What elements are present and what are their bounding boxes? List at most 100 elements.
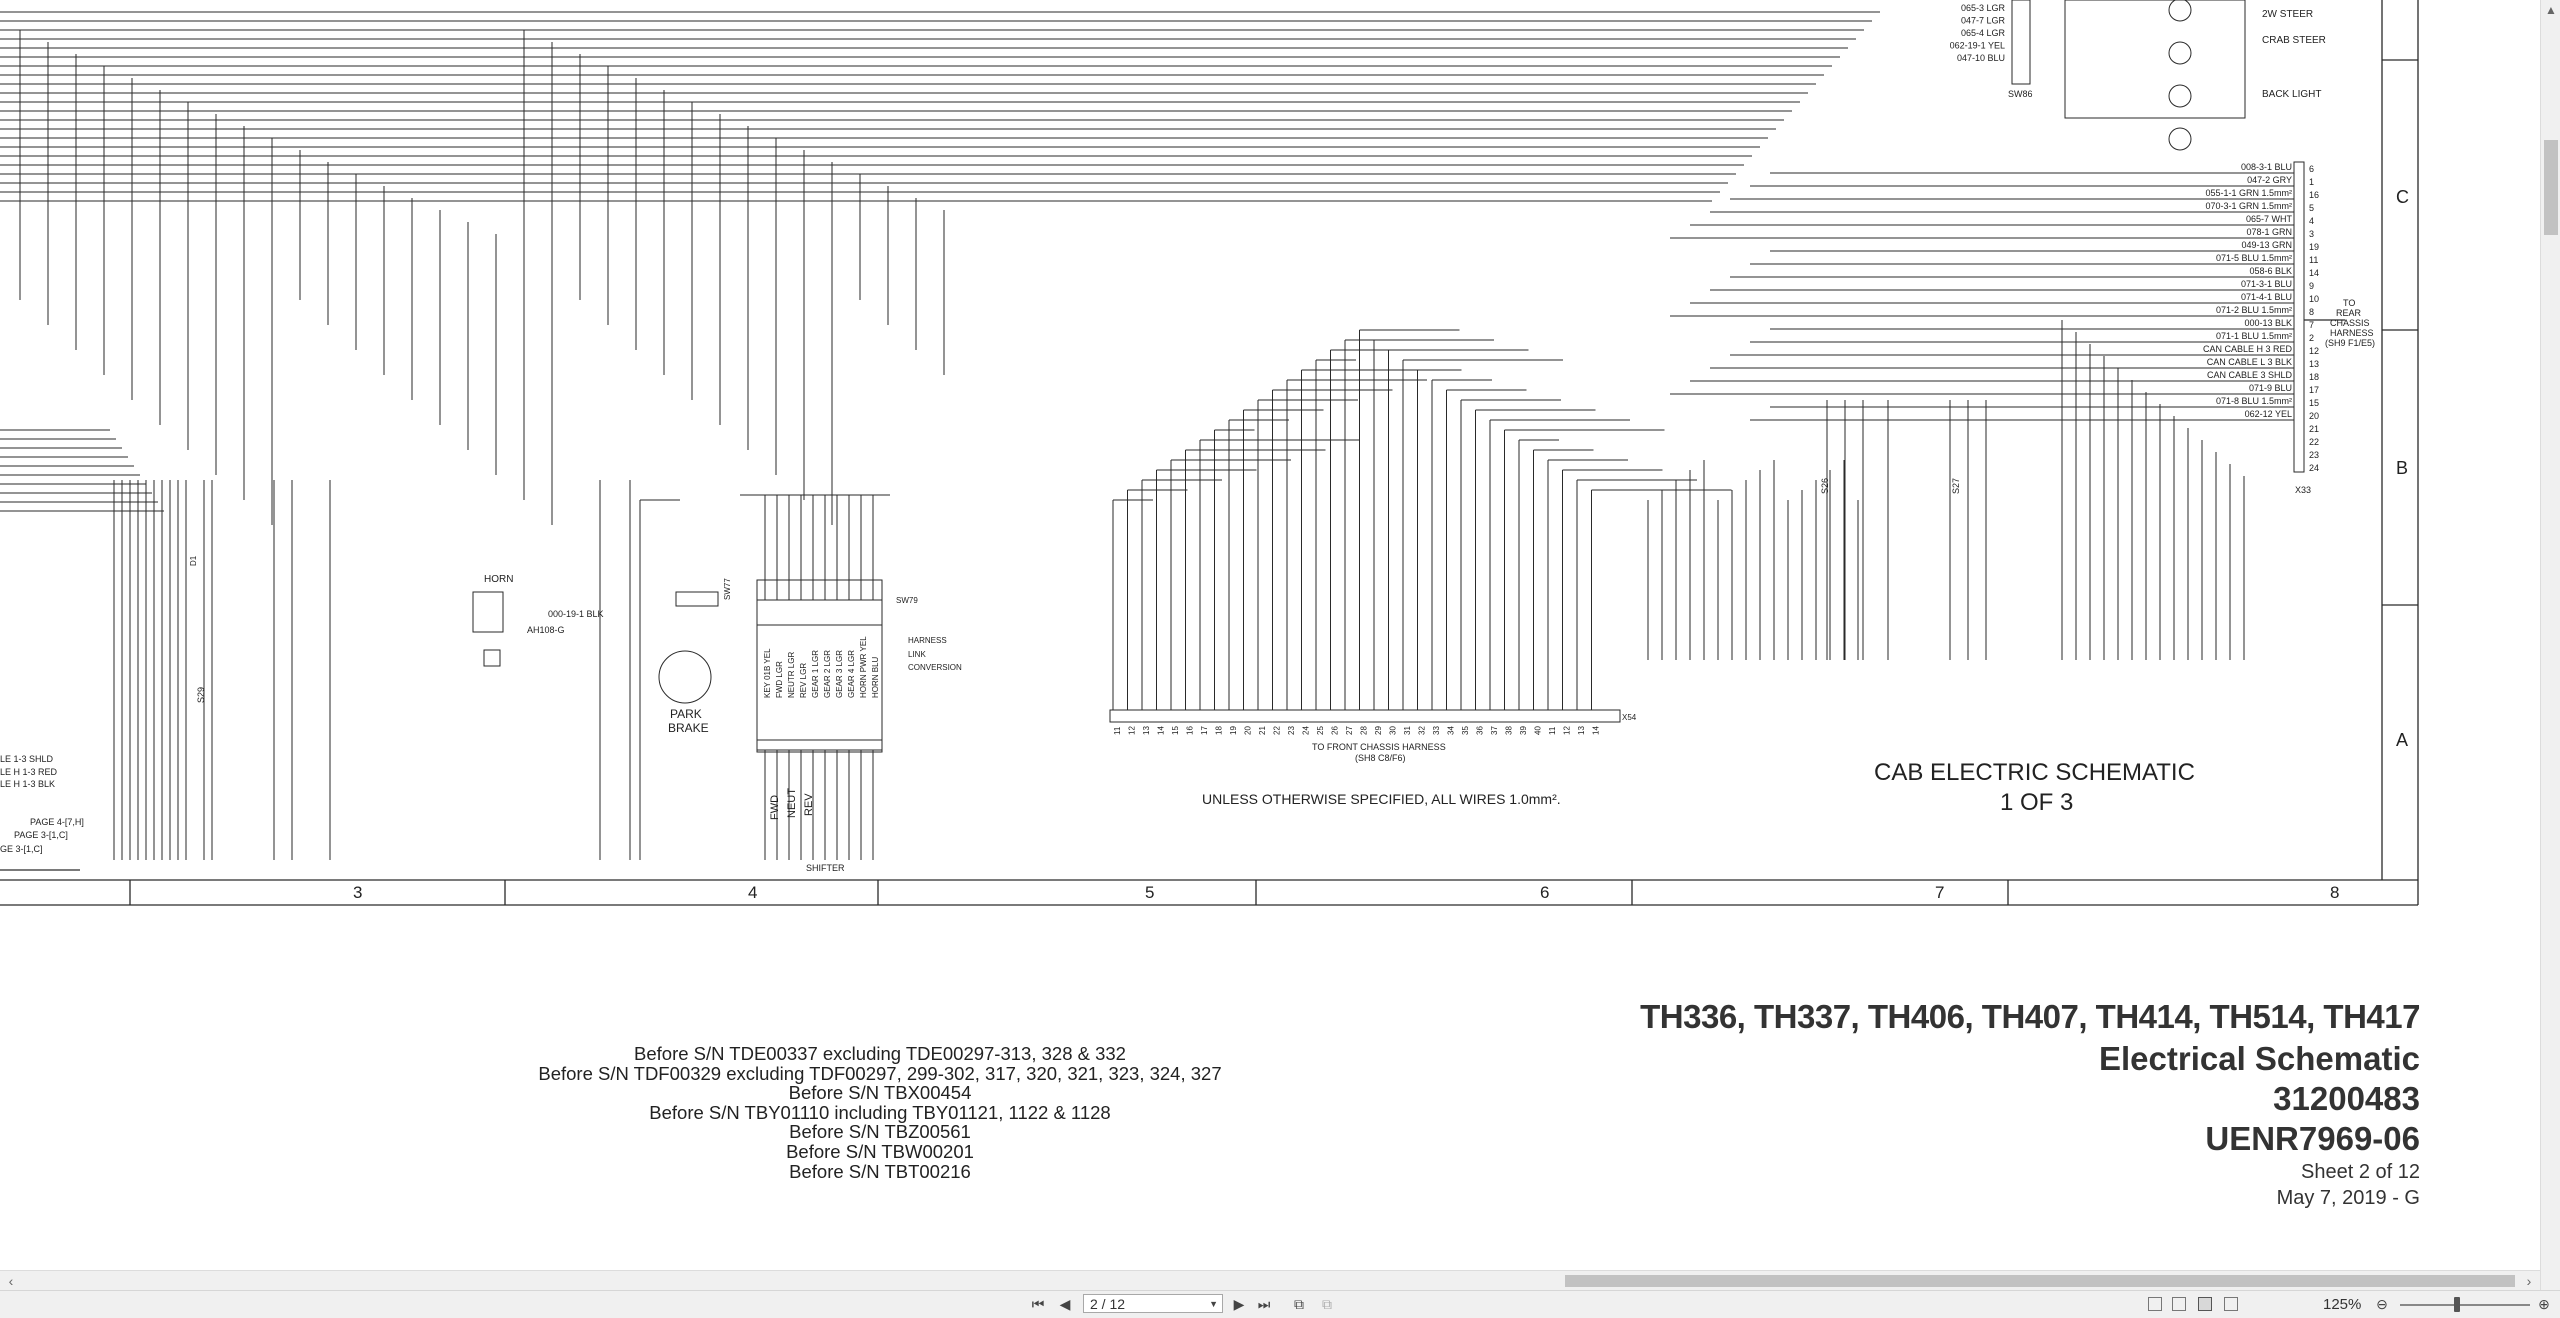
revision-date: May 7, 2019 - G [2276, 1187, 2420, 1209]
zone-letter-c: C [2396, 187, 2409, 207]
two-page-view-icon[interactable] [2198, 1297, 2212, 1311]
wire-label: 11 [1113, 726, 1122, 735]
wire-label: 11 [2309, 255, 2318, 265]
wire-label: 5 [2309, 203, 2314, 213]
wire-label: 23 [2309, 450, 2319, 460]
chevron-down-icon[interactable]: ▼ [1209, 1295, 1218, 1314]
wire-label: 15 [1171, 726, 1180, 735]
wire-label: 065-7 WHT [2246, 214, 2293, 224]
wire-label: 7 [2309, 320, 2314, 330]
vertical-scrollbar[interactable]: ▲ [2540, 0, 2560, 1290]
wire-label: GEAR 4 LGR [847, 650, 856, 698]
shifter-label: SHIFTER [806, 863, 845, 873]
wire-label: 055-1-1 GRN 1.5mm² [2205, 188, 2292, 198]
zoom-out-icon[interactable]: ⊖ [2374, 1295, 2390, 1314]
component-box [483, 649, 501, 667]
two-page-continuous-view-icon[interactable] [2224, 1297, 2238, 1311]
zoom-level[interactable]: 125% [2323, 1295, 2361, 1314]
doc-type: Electrical Schematic [2098, 1040, 2420, 1077]
wire-label: FWD LGR [775, 661, 784, 698]
wire-label: 12 [2309, 346, 2319, 356]
svg-text:HARNESS: HARNESS [2330, 328, 2374, 338]
horn-connector-label: AH108-G [527, 625, 565, 635]
wire-label: 36 [1476, 726, 1485, 735]
wire-label: CAN CABLE H 3 RED [2203, 344, 2293, 354]
wire-label: HORN BLU [871, 656, 880, 698]
wire-label: 14 [2309, 268, 2319, 278]
wire-label: 24 [2309, 463, 2319, 473]
next-page-icon[interactable]: ▶ [1232, 1295, 1246, 1314]
wire-label: 21 [2309, 424, 2319, 434]
wire-label: 40 [1534, 726, 1543, 735]
wire-label: 37 [1490, 726, 1499, 735]
serial-line-7: Before S/N TBT00216 [789, 1160, 971, 1182]
component-circle [2168, 84, 2192, 108]
title-block: TH336, TH337, TH406, TH407, TH414, TH514… [1580, 995, 2420, 1211]
fit-page-icon[interactable]: ⧉ [1290, 1295, 1308, 1314]
serial-line-1: Before S/N TDE00337 excluding TDE00297-3… [634, 1043, 1126, 1064]
scroll-right-icon[interactable]: › [2520, 1271, 2538, 1291]
zone-letter-a: A [2396, 730, 2408, 750]
wire-label: 38 [1505, 726, 1514, 735]
park-brake-label-2: BRAKE [668, 721, 709, 735]
steer-mode-crab: CRAB STEER [2262, 35, 2326, 46]
wire-label: CAN CABLE 3 SHLD [2207, 370, 2293, 380]
single-page-view-icon[interactable] [2148, 1297, 2162, 1311]
zoom-in-icon[interactable]: ⊕ [2536, 1295, 2552, 1314]
serial-line-2: Before S/N TDF00329 excluding TDF00297, … [538, 1062, 1222, 1084]
zoom-slider-thumb[interactable] [2454, 1297, 2460, 1312]
wire-label: 26 [1331, 726, 1340, 735]
column-number-7: 7 [1935, 883, 1944, 902]
column-number-5: 5 [1145, 883, 1154, 902]
horizontal-scroll-thumb[interactable] [1565, 1275, 2515, 1287]
svg-text:CHASSIS: CHASSIS [2330, 318, 2370, 328]
cab-schematic-title: CAB ELECTRIC SCHEMATIC [1874, 759, 2195, 786]
serial-line-6: Before S/N TBW00201 [786, 1140, 974, 1162]
component-circle [658, 650, 712, 704]
wire-label: 071-8 BLU 1.5mm² [2216, 396, 2292, 406]
scroll-up-icon[interactable]: ▲ [2541, 0, 2560, 20]
wire-label: 22 [1273, 726, 1282, 735]
document-viewport[interactable]: 11 12 13 14 15 16 17 18 19 20 21 22 23 24 25 26 27 28 29 30… [0, 0, 2540, 1270]
left-label-red: LE H 1-3 RED [0, 767, 58, 777]
last-page-icon[interactable]: ⏭ [1256, 1295, 1272, 1314]
wire-label: 16 [1186, 726, 1195, 735]
wire-label: 13 [1577, 726, 1586, 735]
shifter-rev: REV [803, 793, 815, 816]
part-number: 31200483 [2273, 1080, 2420, 1117]
wire-label: 13 [2309, 359, 2319, 369]
wire-label: 071-3-1 BLU [2241, 279, 2292, 289]
wire-label: GEAR 3 LGR [835, 650, 844, 698]
wire-label: 000-13 BLK [2244, 318, 2292, 328]
serial-number-notes: Before S/N TDE00337 excluding TDE00297-3… [500, 1044, 1260, 1181]
connector-x54-label: X54 [1622, 713, 1637, 722]
continuous-view-icon[interactable] [2172, 1297, 2186, 1311]
steer-mode-2w: 2W STEER [2262, 9, 2313, 20]
serial-line-5: Before S/N TBZ00561 [789, 1121, 971, 1143]
component-box [756, 579, 883, 626]
scroll-left-icon[interactable]: ‹ [2, 1271, 20, 1291]
harness-note-1: HARNESS [908, 636, 947, 645]
s29-label: S29 [196, 687, 206, 703]
wire-label: 14 [1157, 726, 1166, 735]
wire-label: 29 [1374, 726, 1383, 735]
wire-label: 10 [2309, 294, 2319, 304]
fit-width-icon[interactable]: ⧉ [1318, 1295, 1336, 1314]
previous-page-icon[interactable]: ◀ [1058, 1295, 1072, 1314]
model-list: TH336, TH337, TH406, TH407, TH414, TH514… [1640, 998, 2420, 1035]
page-number-field[interactable]: 2 / 12 ▼ [1083, 1294, 1223, 1313]
wire-label: GEAR 2 LGR [823, 650, 832, 698]
wire-label: 065-4 LGR [1961, 28, 2006, 38]
wire-label: 30 [1389, 726, 1398, 735]
column-number-4: 4 [748, 883, 757, 902]
vertical-scroll-thumb[interactable] [2544, 140, 2558, 235]
wire-label: 047-2 GRY [2247, 175, 2292, 185]
horizontal-scrollbar[interactable]: ‹ › [0, 1270, 2540, 1291]
zoom-slider-track[interactable] [2400, 1304, 2530, 1306]
sw77-label: SW77 [723, 578, 732, 600]
first-page-icon[interactable]: ⏮ [1030, 1295, 1046, 1314]
wire-label: 071-5 BLU 1.5mm² [2216, 253, 2292, 263]
left-label-page3a: PAGE 3-[1,C] [14, 830, 68, 840]
left-label-shld: LE 1-3 SHLD [0, 754, 54, 764]
wire-label: 065-3 LGR [1961, 3, 2006, 13]
